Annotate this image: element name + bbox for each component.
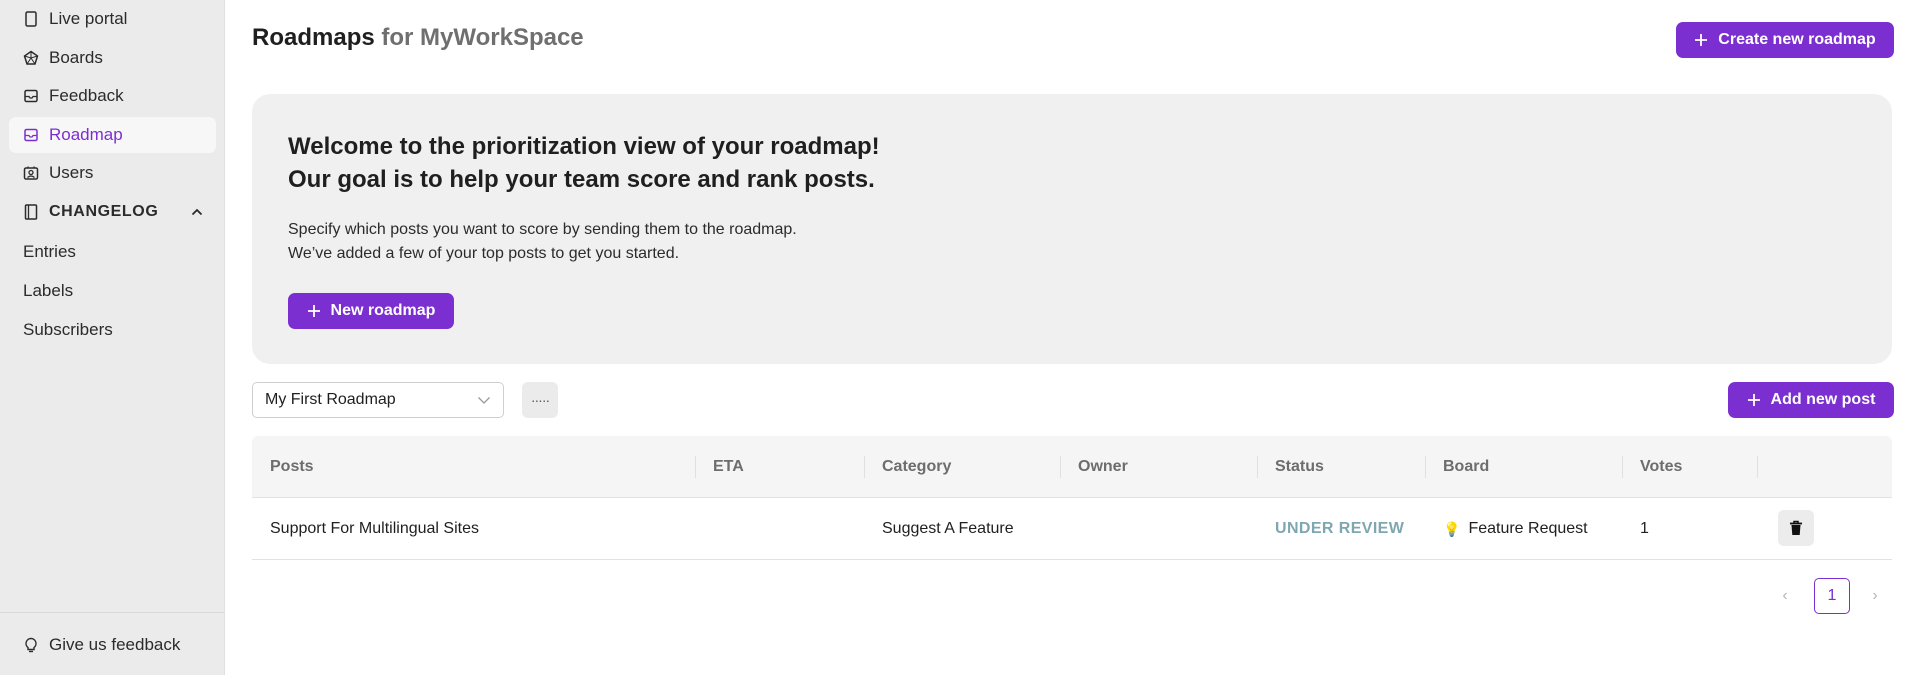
column-header-board[interactable]: Board <box>1425 436 1489 498</box>
trash-icon <box>1790 520 1802 535</box>
welcome-heading-line1: Welcome to the prioritization view of yo… <box>288 133 880 160</box>
sidebar-item-label: Live portal <box>49 9 128 28</box>
post-eta <box>695 498 713 560</box>
page-title-text: Roadmaps <box>252 24 375 51</box>
give-feedback-label: Give us feedback <box>49 635 181 654</box>
add-new-post-button[interactable]: Add new post <box>1728 382 1894 418</box>
chevron-down-icon <box>477 393 491 412</box>
status-badge[interactable]: UNDER REVIEW <box>1257 498 1404 560</box>
sidebar-item-label: Boards <box>49 48 103 67</box>
sidebar-item-label: Roadmap <box>49 125 123 144</box>
create-roadmap-label: Create new roadmap <box>1718 31 1876 48</box>
lightbulb-icon: 💡 <box>1443 520 1461 537</box>
book-icon <box>23 204 39 220</box>
new-roadmap-label: New roadmap <box>330 302 436 319</box>
sidebar-item-roadmap[interactable]: Roadmap <box>9 117 216 153</box>
new-roadmap-button[interactable]: New roadmap <box>288 293 454 329</box>
post-board-name: Feature Request <box>1468 520 1588 537</box>
sidebar-item-subscribers[interactable]: Subscribers <box>23 320 113 340</box>
users-icon <box>23 165 39 181</box>
column-header-posts[interactable]: Posts <box>252 436 314 498</box>
page-title: Roadmaps for MyWorkSpace <box>252 24 584 52</box>
give-feedback-link[interactable]: Give us feedback <box>9 627 216 663</box>
posts-table: Posts ETA Category Owner Status Board Vo… <box>252 436 1892 560</box>
pagination-next-button[interactable]: › <box>1860 578 1890 614</box>
chevron-up-icon <box>191 203 203 221</box>
inbox-icon <box>23 127 39 143</box>
boards-icon <box>23 50 39 66</box>
column-header-status[interactable]: Status <box>1257 436 1324 498</box>
plus-icon <box>307 305 320 317</box>
welcome-body-line1: Specify which posts you want to score by… <box>288 221 797 238</box>
column-header-category[interactable]: Category <box>864 436 951 498</box>
create-roadmap-button[interactable]: Create new roadmap <box>1676 22 1894 58</box>
changelog-section-label: CHANGELOG <box>49 203 159 220</box>
welcome-heading: Welcome to the prioritization view of yo… <box>288 130 1188 196</box>
add-new-post-label: Add new post <box>1770 391 1876 408</box>
column-header-votes[interactable]: Votes <box>1622 436 1682 498</box>
delete-post-button[interactable] <box>1778 510 1814 546</box>
sidebar-item-boards[interactable]: Boards <box>9 40 216 76</box>
sidebar-item-labels[interactable]: Labels <box>23 281 73 301</box>
sidebar: Live portal Boards Feedback Roadmap User… <box>0 0 225 675</box>
post-title[interactable]: Support For Multilingual Sites <box>252 498 479 560</box>
pagination-prev-button[interactable]: ‹ <box>1770 578 1800 614</box>
sidebar-item-live-portal[interactable]: Live portal <box>9 1 216 37</box>
sidebar-item-label: Feedback <box>49 86 124 105</box>
welcome-heading-line2: Our goal is to help your team score and … <box>288 166 875 193</box>
column-header-owner[interactable]: Owner <box>1060 436 1128 498</box>
lightbulb-icon <box>23 637 39 653</box>
sidebar-footer: Give us feedback <box>0 612 224 654</box>
welcome-banner: Welcome to the prioritization view of yo… <box>252 94 1892 364</box>
sidebar-item-users[interactable]: Users <box>9 155 216 191</box>
post-votes: 1 <box>1640 520 1649 537</box>
post-board: 💡 Feature Request <box>1425 498 1588 560</box>
more-options-button[interactable]: ····· <box>522 382 558 418</box>
sidebar-item-feedback[interactable]: Feedback <box>9 78 216 114</box>
sidebar-item-label: Users <box>49 163 94 182</box>
column-divider <box>1757 456 1758 478</box>
phone-icon <box>23 11 39 27</box>
sidebar-item-entries[interactable]: Entries <box>23 242 76 262</box>
column-header-eta[interactable]: ETA <box>695 436 744 498</box>
table-header: Posts ETA Category Owner Status Board Vo… <box>252 436 1892 498</box>
changelog-section-toggle[interactable]: CHANGELOG <box>23 199 203 225</box>
plus-icon <box>1747 394 1760 406</box>
roadmap-select-value: My First Roadmap <box>265 391 396 408</box>
workspace-name: for MyWorkSpace <box>381 24 584 51</box>
post-owner[interactable] <box>1060 498 1078 560</box>
pagination-page-1[interactable]: 1 <box>1814 578 1850 614</box>
main-content: Roadmaps for MyWorkSpace Create new road… <box>226 0 1912 675</box>
plus-icon <box>1695 34 1708 46</box>
inbox-icon <box>23 88 39 104</box>
roadmap-select[interactable]: My First Roadmap <box>252 382 504 418</box>
post-category: Suggest A Feature <box>882 520 1014 537</box>
table-row[interactable]: Support For Multilingual Sites Suggest A… <box>252 498 1892 560</box>
welcome-body-line2: We’ve added a few of your top posts to g… <box>288 245 680 262</box>
